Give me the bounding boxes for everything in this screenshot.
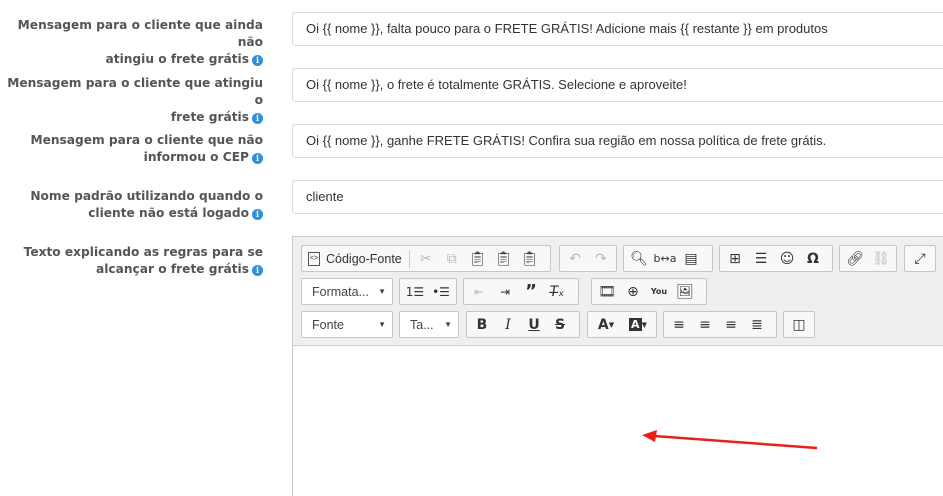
annotation-arrow-icon (642, 430, 818, 450)
annotation-arrow-head (642, 430, 657, 442)
annotation-arrow-line (653, 434, 818, 450)
